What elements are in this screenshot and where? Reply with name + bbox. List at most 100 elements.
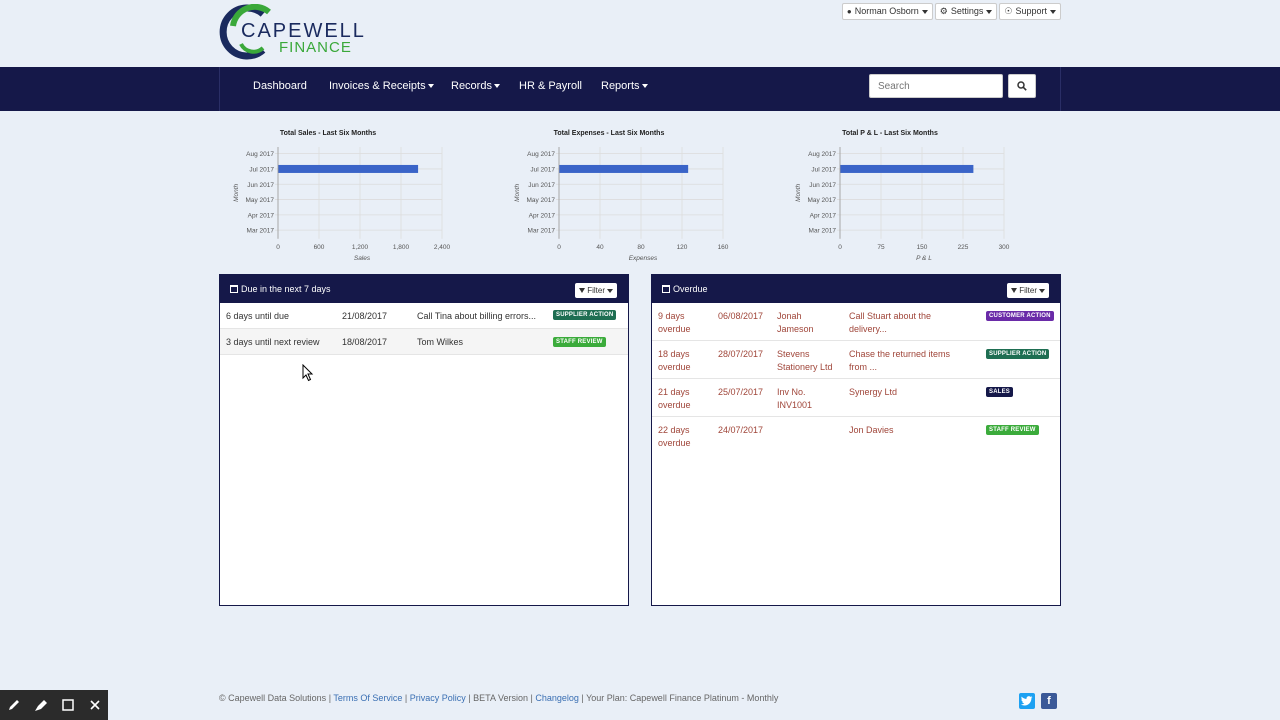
nav-invoices-label: Invoices & Receipts	[329, 80, 426, 92]
x-axis-label: Sales	[354, 255, 371, 262]
y-tick-label: Aug 2017	[808, 151, 836, 158]
overdue-date: 28/07/2017	[718, 349, 764, 359]
overdue-panel: Overdue Filter 9 days overdue 06/08/2017…	[651, 274, 1061, 606]
search-input[interactable]	[869, 74, 1003, 98]
overdue-days: 22 days	[658, 425, 690, 435]
overdue-row[interactable]: 21 days overdue 25/07/2017 Inv No. INV10…	[652, 379, 1060, 417]
y-tick-label: May 2017	[807, 197, 836, 204]
status-badge: SALES	[986, 387, 1014, 397]
x-tick-label: 1,200	[352, 244, 369, 251]
settings-dropdown[interactable]: ⚙ Settings	[934, 3, 998, 20]
overdue-days: 21 days	[658, 387, 690, 397]
changelog-link[interactable]: Changelog	[535, 693, 579, 703]
twitter-link[interactable]	[1019, 693, 1035, 709]
x-tick-label: 75	[877, 244, 885, 251]
status-badge: STAFF REVIEW	[986, 425, 1039, 435]
overdue-who-line2: INV1001	[777, 400, 813, 410]
user-dropdown[interactable]: ● Norman Osborn	[841, 3, 933, 20]
y-tick-label: Mar 2017	[809, 228, 837, 235]
overdue-date: 25/07/2017	[718, 387, 764, 397]
pencil-tool-button[interactable]	[4, 695, 24, 715]
y-tick-label: Jun 2017	[247, 182, 274, 189]
caret-down-icon	[607, 288, 613, 293]
mouse-cursor-icon	[302, 364, 314, 382]
nav-invoices-receipts[interactable]: Invoices & Receipts	[329, 80, 434, 92]
rectangle-tool-button[interactable]	[58, 695, 78, 715]
nav-records[interactable]: Records	[451, 80, 500, 92]
overdue-panel-header: Overdue Filter	[652, 275, 1060, 303]
y-tick-label: Mar 2017	[528, 228, 556, 235]
nav-hr-payroll[interactable]: HR & Payroll	[519, 80, 582, 92]
support-dropdown-label: Support	[1015, 6, 1047, 16]
caret-down-icon	[493, 84, 500, 88]
lifebuoy-icon: ☉	[1004, 6, 1013, 16]
status-badge: STAFF REVIEW	[553, 337, 606, 347]
overdue-row[interactable]: 18 days overdue 28/07/2017 Stevens Stati…	[652, 341, 1060, 379]
due-filter-button[interactable]: Filter	[575, 283, 617, 298]
due-panel-title: Due in the next 7 days	[241, 284, 331, 294]
y-tick-label: May 2017	[245, 197, 274, 204]
y-tick-label: Jul 2017	[249, 166, 274, 173]
caret-down-icon	[641, 84, 648, 88]
terms-link[interactable]: Terms Of Service	[333, 693, 402, 703]
x-tick-label: 0	[838, 244, 842, 251]
overdue-row[interactable]: 9 days overdue 06/08/2017 Jonah Jameson …	[652, 303, 1060, 341]
footer-sep: |	[404, 693, 408, 703]
y-axis-label: Month	[795, 183, 802, 201]
due-panel: Due in the next 7 days Filter 6 days unt…	[219, 274, 629, 606]
marker-tool-button[interactable]	[31, 695, 51, 715]
search-button[interactable]	[1008, 74, 1036, 98]
x-tick-label: 0	[557, 244, 561, 251]
y-tick-label: Jul 2017	[530, 166, 555, 173]
y-axis-label: Month	[514, 183, 521, 201]
user-dropdown-label: Norman Osborn	[854, 6, 919, 16]
x-tick-label: 600	[314, 244, 325, 251]
chart-svg: Total Sales - Last Six Months 0 600 1,200 1,…	[233, 130, 451, 262]
overdue-sub: overdue	[658, 438, 691, 448]
nav-reports[interactable]: Reports	[601, 80, 648, 92]
close-tool-button[interactable]	[85, 695, 105, 715]
facebook-link[interactable]: f	[1041, 693, 1057, 709]
settings-dropdown-label: Settings	[950, 6, 984, 16]
overdue-sub: overdue	[658, 362, 691, 372]
nav-hr-label: HR & Payroll	[519, 80, 582, 92]
due-row[interactable]: 3 days until next review 18/08/2017 Tom …	[220, 329, 628, 355]
overdue-filter-button[interactable]: Filter	[1007, 283, 1049, 298]
search-icon	[1017, 81, 1027, 91]
nav-dashboard-label: Dashboard	[253, 80, 307, 92]
chart-title: Total Expenses - Last Six Months	[554, 130, 665, 137]
support-dropdown[interactable]: ☉ Support	[999, 3, 1061, 20]
chart-title: Total P & L - Last Six Months	[842, 130, 938, 137]
due-desc: Tom Wilkes	[417, 337, 464, 347]
bar	[278, 164, 419, 173]
status-badge: SUPPLIER ACTION	[986, 349, 1050, 359]
x-tick-label: 160	[718, 244, 729, 251]
user-menu-bar: ● Norman Osborn ⚙ Settings ☉ Support	[841, 3, 1061, 20]
chart-title: Total Sales - Last Six Months	[280, 130, 376, 137]
overdue-who-line2: Jameson	[777, 324, 814, 334]
overdue-desc: Call Stuart about the	[849, 311, 932, 321]
x-tick-label: 300	[999, 244, 1010, 251]
overdue-panel-title: Overdue	[673, 284, 708, 294]
nav-dashboard[interactable]: Dashboard	[253, 80, 307, 92]
overdue-who: Jonah	[777, 311, 802, 321]
overdue-row[interactable]: 22 days overdue 24/07/2017 Jon Davies ST…	[652, 417, 1060, 454]
bar	[559, 164, 689, 173]
overdue-sub: overdue	[658, 324, 691, 334]
caret-down-icon	[986, 9, 993, 14]
overdue-sub: overdue	[658, 400, 691, 410]
x-axis-label: P & L	[916, 255, 932, 262]
due-row[interactable]: 6 days until due 21/08/2017 Call Tina ab…	[220, 303, 628, 329]
y-tick-label: Apr 2017	[248, 212, 275, 219]
overdue-desc-line2: from ...	[849, 362, 878, 372]
overdue-desc: Synergy Ltd	[849, 387, 898, 397]
privacy-link[interactable]: Privacy Policy	[410, 693, 466, 703]
main-navbar: Dashboard Invoices & Receipts Records HR…	[0, 67, 1280, 111]
footer-beta: | BETA Version |	[468, 693, 533, 703]
logo-text-finance: FINANCE	[279, 39, 352, 56]
facebook-icon: f	[1047, 695, 1051, 707]
chart-svg: Total P & L - Last Six Months 0 75 150 225 30…	[795, 130, 1010, 262]
overdue-date: 06/08/2017	[718, 311, 764, 321]
overdue-desc: Chase the returned items	[849, 349, 951, 359]
filter-icon	[1011, 288, 1018, 293]
